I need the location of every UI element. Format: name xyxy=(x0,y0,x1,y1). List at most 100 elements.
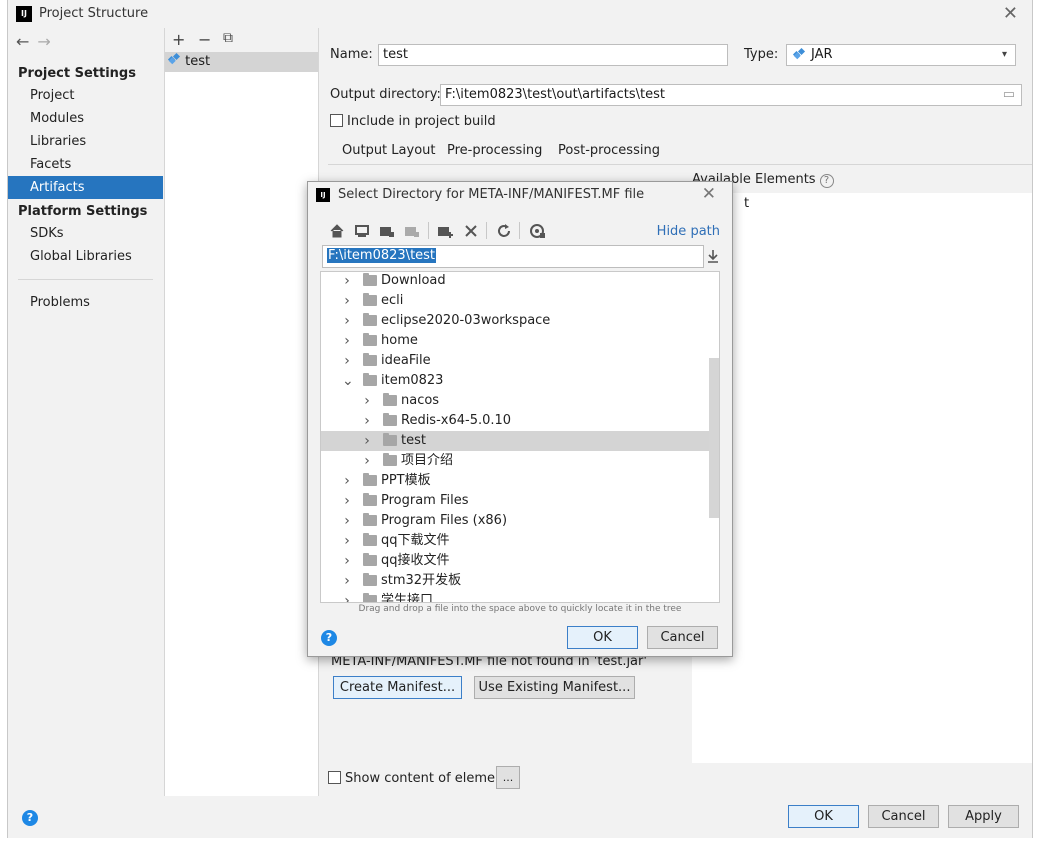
include-in-build-box[interactable] xyxy=(330,114,343,127)
ok-button[interactable]: OK xyxy=(788,805,859,828)
folder-icon xyxy=(383,453,397,466)
tree-row[interactable]: › 项目介绍 xyxy=(321,451,709,471)
help-icon[interactable]: ? xyxy=(22,810,38,826)
home-icon[interactable] xyxy=(328,222,346,240)
tree-row[interactable]: › test xyxy=(321,431,709,451)
tree-row[interactable]: › qq接收文件 xyxy=(321,551,709,571)
show-content-checkbox[interactable]: Show content of elements xyxy=(328,771,515,786)
folder-icon xyxy=(363,293,377,306)
title-bar: IJ Project Structure ✕ xyxy=(8,0,1032,28)
more-options-button[interactable]: ... xyxy=(496,766,520,789)
chevron-right-icon[interactable]: › xyxy=(342,551,352,571)
add-artifact-icon[interactable]: + xyxy=(172,30,185,49)
tree-item-label: 学生接口 xyxy=(381,593,434,603)
sidebar-item-project[interactable]: Project xyxy=(8,84,163,107)
directory-path-input[interactable]: F:\item0823\test xyxy=(322,245,704,268)
tree-row[interactable]: › Program Files (x86) xyxy=(321,511,709,531)
sidebar-item-facets[interactable]: Facets xyxy=(8,153,163,176)
available-elements-help-icon[interactable]: ? xyxy=(819,174,834,188)
back-arrow-icon[interactable]: ← xyxy=(16,32,37,51)
use-existing-manifest-button[interactable]: Use Existing Manifest... xyxy=(474,676,635,699)
tree-row[interactable]: › stm32开发板 xyxy=(321,571,709,591)
remove-artifact-icon[interactable]: − xyxy=(198,30,211,49)
chevron-down-icon: ▾ xyxy=(1001,49,1007,60)
chevron-right-icon[interactable]: › xyxy=(362,411,372,431)
folder-icon xyxy=(383,413,397,426)
tree-row[interactable]: › PPT模板 xyxy=(321,471,709,491)
chevron-right-icon[interactable]: › xyxy=(342,331,352,351)
hide-path-link[interactable]: Hide path xyxy=(657,224,720,239)
artifact-name-input[interactable]: test xyxy=(378,44,728,66)
chevron-right-icon[interactable]: › xyxy=(342,491,352,511)
folder-icon xyxy=(363,313,377,326)
tree-row[interactable]: › nacos xyxy=(321,391,709,411)
directory-tree[interactable]: › Download › ecli › eclipse2020-03workspace › h… xyxy=(320,271,720,603)
intellij-dialog-icon: IJ xyxy=(316,188,330,202)
dialog-ok-button[interactable]: OK xyxy=(567,626,638,649)
include-in-build-checkbox[interactable]: Include in project build xyxy=(330,114,496,129)
tree-row[interactable]: › home xyxy=(321,331,709,351)
tree-row[interactable]: › ideaFile xyxy=(321,351,709,371)
create-manifest-button[interactable]: Create Manifest... xyxy=(333,676,462,699)
chevron-right-icon[interactable]: › xyxy=(362,431,372,451)
sidebar-item-sdks[interactable]: SDKs xyxy=(8,222,163,245)
artifact-type-select[interactable]: JAR ▾ xyxy=(786,44,1016,66)
intellij-app-icon: IJ xyxy=(16,6,32,22)
tree-scrollbar[interactable] xyxy=(709,358,719,518)
chevron-down-icon[interactable]: ⌄ xyxy=(342,371,354,391)
desktop-icon[interactable] xyxy=(353,222,371,240)
sidebar-item-global-libraries[interactable]: Global Libraries xyxy=(8,245,163,268)
window-close-icon[interactable]: ✕ xyxy=(1003,3,1018,24)
refresh-icon[interactable] xyxy=(495,222,513,240)
sidebar-item-libraries[interactable]: Libraries xyxy=(8,130,163,153)
tree-row[interactable]: › Program Files xyxy=(321,491,709,511)
available-element-fragment: t xyxy=(744,196,750,211)
chevron-right-icon[interactable]: › xyxy=(362,391,372,411)
artifact-list-item[interactable]: test xyxy=(165,52,318,72)
chevron-right-icon[interactable]: › xyxy=(342,531,352,551)
chevron-right-icon[interactable]: › xyxy=(342,511,352,531)
download-arrow-icon[interactable] xyxy=(705,248,721,264)
tree-row[interactable]: › Download xyxy=(321,272,709,291)
sidebar-item-modules[interactable]: Modules xyxy=(8,107,163,130)
show-hidden-files-icon[interactable] xyxy=(529,222,547,240)
new-folder-icon[interactable] xyxy=(436,222,454,240)
tab-post-processing[interactable]: Post-processing xyxy=(558,143,660,158)
cancel-button[interactable]: Cancel xyxy=(868,805,939,828)
tree-item-label: Redis-x64-5.0.10 xyxy=(401,413,512,428)
chevron-right-icon[interactable]: › xyxy=(342,591,352,602)
delete-icon[interactable] xyxy=(462,222,480,240)
sidebar-item-problems[interactable]: Problems xyxy=(8,291,163,314)
tree-row[interactable]: › 学生接口 xyxy=(321,591,709,603)
copy-artifact-icon[interactable]: ⧉ xyxy=(223,30,233,46)
module-folder-icon[interactable] xyxy=(403,222,421,240)
tree-row[interactable]: › qq下载文件 xyxy=(321,531,709,551)
tree-row[interactable]: › eclipse2020-03workspace xyxy=(321,311,709,331)
output-directory-value: F:\item0823\test\out\artifacts\test xyxy=(445,87,666,102)
chevron-right-icon[interactable]: › xyxy=(342,471,352,491)
chevron-right-icon[interactable]: › xyxy=(342,571,352,591)
dialog-cancel-button[interactable]: Cancel xyxy=(647,626,718,649)
show-content-box[interactable] xyxy=(328,771,341,784)
forward-arrow-icon[interactable]: → xyxy=(37,32,58,51)
dialog-help-icon[interactable]: ? xyxy=(321,630,337,646)
tab-pre-processing[interactable]: Pre-processing xyxy=(447,143,542,158)
available-elements-tree[interactable]: t xyxy=(692,193,1032,763)
apply-button[interactable]: Apply xyxy=(948,805,1019,828)
sidebar-item-artifacts[interactable]: Artifacts xyxy=(8,176,163,199)
chevron-right-icon[interactable]: › xyxy=(342,311,352,331)
chevron-right-icon[interactable]: › xyxy=(342,272,352,291)
artifacts-toolbar: + − ⧉ xyxy=(165,28,318,52)
tree-row[interactable]: › ecli xyxy=(321,291,709,311)
chevron-right-icon[interactable]: › xyxy=(342,351,352,371)
browse-folder-icon[interactable]: ▭ xyxy=(1003,85,1015,105)
dialog-close-icon[interactable]: ✕ xyxy=(702,184,716,204)
output-directory-input[interactable]: F:\item0823\test\out\artifacts\test ▭ xyxy=(440,84,1022,106)
chevron-right-icon[interactable]: › xyxy=(362,451,372,471)
chevron-right-icon[interactable]: › xyxy=(342,291,352,311)
tree-row[interactable]: ⌄ item0823 xyxy=(321,371,709,391)
tree-row[interactable]: › Redis-x64-5.0.10 xyxy=(321,411,709,431)
tree-item-label: eclipse2020-03workspace xyxy=(381,313,551,328)
project-folder-icon[interactable] xyxy=(378,222,396,240)
tree-item-label: home xyxy=(381,333,418,348)
